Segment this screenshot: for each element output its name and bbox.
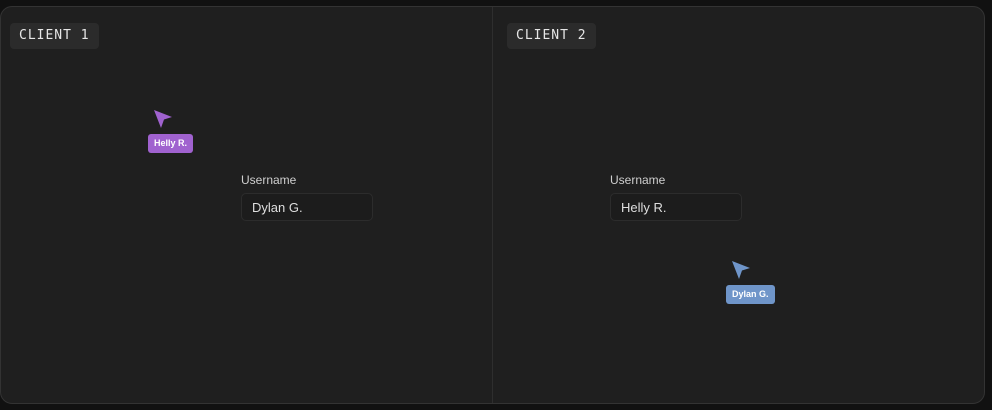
cursor-arrow-icon [732, 261, 750, 279]
remote-cursor-label: Helly R. [148, 134, 194, 153]
cursor-arrow-icon [154, 110, 172, 128]
client-1-pane: CLIENT 1 Username Helly R. [1, 7, 493, 403]
username-label: Username [241, 173, 297, 187]
username-field-group: Username [241, 173, 373, 221]
remote-cursor-label: Dylan G. [726, 285, 775, 304]
client-1-tag: CLIENT 1 [10, 23, 99, 49]
demo-frame: CLIENT 1 Username Helly R. CLIENT 2 User… [0, 6, 985, 404]
username-input[interactable] [241, 193, 373, 221]
username-input[interactable] [610, 193, 742, 221]
remote-cursor-dylan: Dylan G. [726, 259, 786, 309]
username-label: Username [610, 173, 666, 187]
username-field-group: Username [610, 173, 742, 221]
client-2-tag: CLIENT 2 [507, 23, 596, 49]
remote-cursor-helly: Helly R. [148, 108, 208, 158]
client-2-pane: CLIENT 2 Username Dylan G. [493, 7, 984, 403]
